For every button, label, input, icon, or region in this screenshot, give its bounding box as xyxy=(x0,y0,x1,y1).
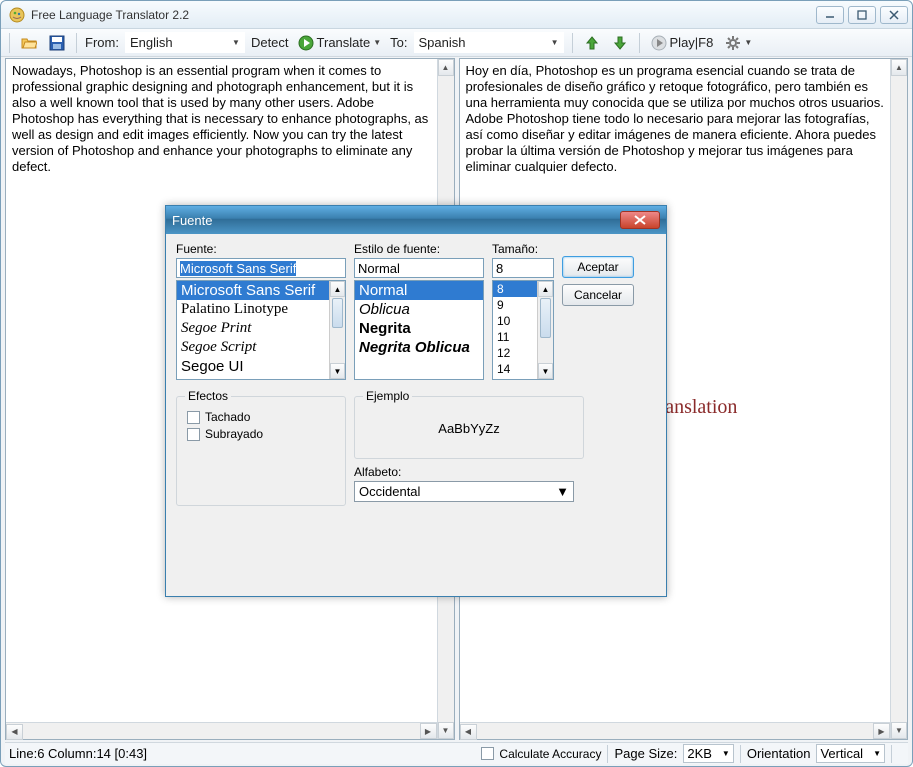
calculate-accuracy-checkbox[interactable]: Calculate Accuracy xyxy=(481,747,601,761)
scroll-up-icon[interactable]: ▲ xyxy=(438,59,454,76)
folder-open-icon xyxy=(21,35,37,51)
from-language-value: English xyxy=(130,35,173,50)
checkbox-icon xyxy=(481,747,494,760)
checkbox-icon xyxy=(187,411,200,424)
play-icon xyxy=(651,35,667,51)
underline-label: Subrayado xyxy=(205,427,263,441)
window-title: Free Language Translator 2.2 xyxy=(31,8,816,22)
chevron-down-icon: ▼ xyxy=(232,38,240,47)
gear-icon xyxy=(725,35,741,51)
settings-button[interactable]: ▼ xyxy=(722,33,755,53)
list-item[interactable]: Palatino Linotype xyxy=(177,300,345,319)
dialog-titlebar: Fuente xyxy=(166,206,666,234)
listbox-scrollbar[interactable]: ▲ ▼ xyxy=(329,281,345,379)
sample-text: AaBbYyZz xyxy=(365,407,573,450)
arrow-down-icon xyxy=(612,35,628,51)
accept-button[interactable]: Aceptar xyxy=(562,256,634,278)
list-item[interactable]: Oblicua xyxy=(355,300,483,319)
orientation-dropdown[interactable]: Vertical ▼ xyxy=(816,744,885,763)
effects-label: Efectos xyxy=(185,389,231,403)
list-item[interactable]: Segoe Script xyxy=(177,338,345,357)
size-listbox[interactable]: 8 9 10 11 12 14 16 ▲ ▼ xyxy=(492,280,554,380)
checkbox-icon xyxy=(187,428,200,441)
sample-group: Ejemplo AaBbYyZz xyxy=(354,396,584,459)
chevron-down-icon: ▼ xyxy=(744,38,752,47)
font-name-input[interactable]: Microsoft Sans Serif xyxy=(176,258,346,278)
chevron-down-icon: ▼ xyxy=(722,749,730,758)
list-item[interactable]: Normal xyxy=(355,281,483,300)
orientation-label: Orientation xyxy=(747,746,811,761)
play-label: Play|F8 xyxy=(670,35,714,50)
target-text[interactable]: Hoy en día, Photoshop es un programa ese… xyxy=(460,59,908,179)
arrow-up-button[interactable] xyxy=(581,33,603,53)
open-button[interactable] xyxy=(18,33,40,53)
cursor-position: Line:6 Column:14 [0:43] xyxy=(9,746,147,761)
chevron-down-icon: ▼ xyxy=(551,38,559,47)
page-size-value: 2KB xyxy=(687,746,712,761)
font-size-input[interactable] xyxy=(492,258,554,278)
from-language-dropdown[interactable]: English ▼ xyxy=(125,32,245,53)
chevron-down-icon: ▼ xyxy=(373,38,381,47)
page-size-dropdown[interactable]: 2KB ▼ xyxy=(683,744,734,763)
font-field-label: Fuente: xyxy=(176,242,346,256)
maximize-button[interactable] xyxy=(848,6,876,24)
scroll-left-icon[interactable]: ◀ xyxy=(6,724,23,740)
statusbar: Line:6 Column:14 [0:43] Calculate Accura… xyxy=(5,742,908,764)
style-listbox[interactable]: Normal Oblicua Negrita Negrita Oblicua xyxy=(354,280,484,380)
scroll-up-icon[interactable]: ▲ xyxy=(891,59,907,76)
underline-checkbox[interactable]: Subrayado xyxy=(187,427,335,441)
scroll-right-icon[interactable]: ▶ xyxy=(873,723,890,739)
detect-button[interactable]: Detect xyxy=(251,35,289,50)
orientation-value: Vertical xyxy=(820,746,863,761)
font-listbox[interactable]: Microsoft Sans Serif Palatino Linotype S… xyxy=(176,280,346,380)
dialog-close-button[interactable] xyxy=(620,211,660,229)
list-item[interactable]: Segoe UI xyxy=(177,357,345,376)
from-label: From: xyxy=(85,35,119,50)
dialog-title: Fuente xyxy=(172,213,620,228)
page-size-label: Page Size: xyxy=(614,746,677,761)
to-language-value: Spanish xyxy=(419,35,466,50)
strikethrough-checkbox[interactable]: Tachado xyxy=(187,410,335,424)
source-text[interactable]: Nowadays, Photoshop is an essential prog… xyxy=(6,59,454,179)
size-field-label: Tamaño: xyxy=(492,242,554,256)
to-label: To: xyxy=(390,35,407,50)
sample-label: Ejemplo xyxy=(363,389,412,403)
arrow-up-icon xyxy=(584,35,600,51)
scrollbar-vertical[interactable]: ▲ ▼ xyxy=(890,59,907,739)
list-item[interactable]: Segoe Print xyxy=(177,319,345,338)
arrow-down-button[interactable] xyxy=(609,33,631,53)
calculate-accuracy-label: Calculate Accuracy xyxy=(499,747,601,761)
translate-label: Translate xyxy=(317,35,371,50)
save-button[interactable] xyxy=(46,33,68,53)
scroll-right-icon[interactable]: ▶ xyxy=(420,723,437,739)
to-language-dropdown[interactable]: Spanish ▼ xyxy=(414,32,564,53)
play-green-icon xyxy=(298,35,314,51)
scroll-left-icon[interactable]: ◀ xyxy=(460,724,477,740)
font-dialog: Fuente Fuente: Microsoft Sans Serif Micr… xyxy=(165,205,667,597)
alphabet-value: Occidental xyxy=(359,484,420,499)
titlebar: Free Language Translator 2.2 xyxy=(1,1,912,29)
strikethrough-label: Tachado xyxy=(205,410,250,424)
scrollbar-horizontal[interactable]: ◀ ▶ xyxy=(460,722,891,739)
toolbar: From: English ▼ Detect Translate ▼ To: S… xyxy=(1,29,912,57)
list-item[interactable]: Microsoft Sans Serif xyxy=(177,281,345,300)
close-button[interactable] xyxy=(880,6,908,24)
scroll-down-icon[interactable]: ▼ xyxy=(891,722,907,739)
minimize-button[interactable] xyxy=(816,6,844,24)
scroll-down-icon[interactable]: ▼ xyxy=(438,722,454,739)
play-button[interactable]: Play|F8 xyxy=(648,33,717,53)
cancel-button[interactable]: Cancelar xyxy=(562,284,634,306)
app-icon xyxy=(9,7,25,23)
scrollbar-horizontal[interactable]: ◀ ▶ xyxy=(6,722,437,739)
style-field-label: Estilo de fuente: xyxy=(354,242,484,256)
font-style-input[interactable] xyxy=(354,258,484,278)
floppy-icon xyxy=(49,35,65,51)
chevron-down-icon: ▼ xyxy=(873,749,881,758)
translate-button[interactable]: Translate ▼ xyxy=(295,33,385,53)
list-item[interactable]: Negrita Oblicua xyxy=(355,338,483,357)
close-icon xyxy=(634,215,646,225)
effects-group: Efectos Tachado Subrayado xyxy=(176,396,346,506)
listbox-scrollbar[interactable]: ▲ ▼ xyxy=(537,281,553,379)
list-item[interactable]: Negrita xyxy=(355,319,483,338)
